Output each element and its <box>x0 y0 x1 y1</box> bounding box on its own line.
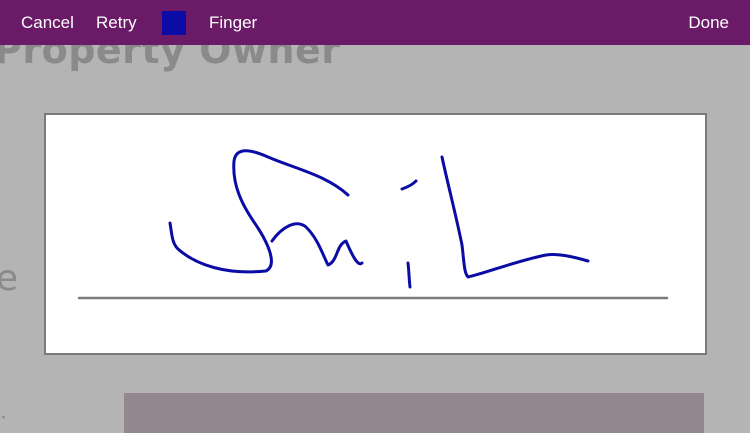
background-label-fragment-bottom: · <box>0 406 7 431</box>
signature-toolbar: Cancel Retry Finger Done <box>0 0 750 45</box>
background-input-panel <box>124 393 704 433</box>
signature-stroke <box>270 222 364 267</box>
signature-stroke <box>406 261 412 289</box>
signature-pad[interactable] <box>44 113 707 355</box>
pen-color-swatch[interactable] <box>162 11 186 35</box>
signature-strokes <box>168 149 590 289</box>
retry-button[interactable]: Retry <box>96 0 137 45</box>
signature-stroke <box>440 155 590 279</box>
cancel-button[interactable]: Cancel <box>21 0 74 45</box>
input-mode-button[interactable]: Finger <box>209 0 257 45</box>
done-button[interactable]: Done <box>688 0 729 45</box>
background-label-fragment: e <box>0 258 19 299</box>
signature-canvas[interactable] <box>46 115 705 353</box>
signature-stroke <box>400 179 418 191</box>
